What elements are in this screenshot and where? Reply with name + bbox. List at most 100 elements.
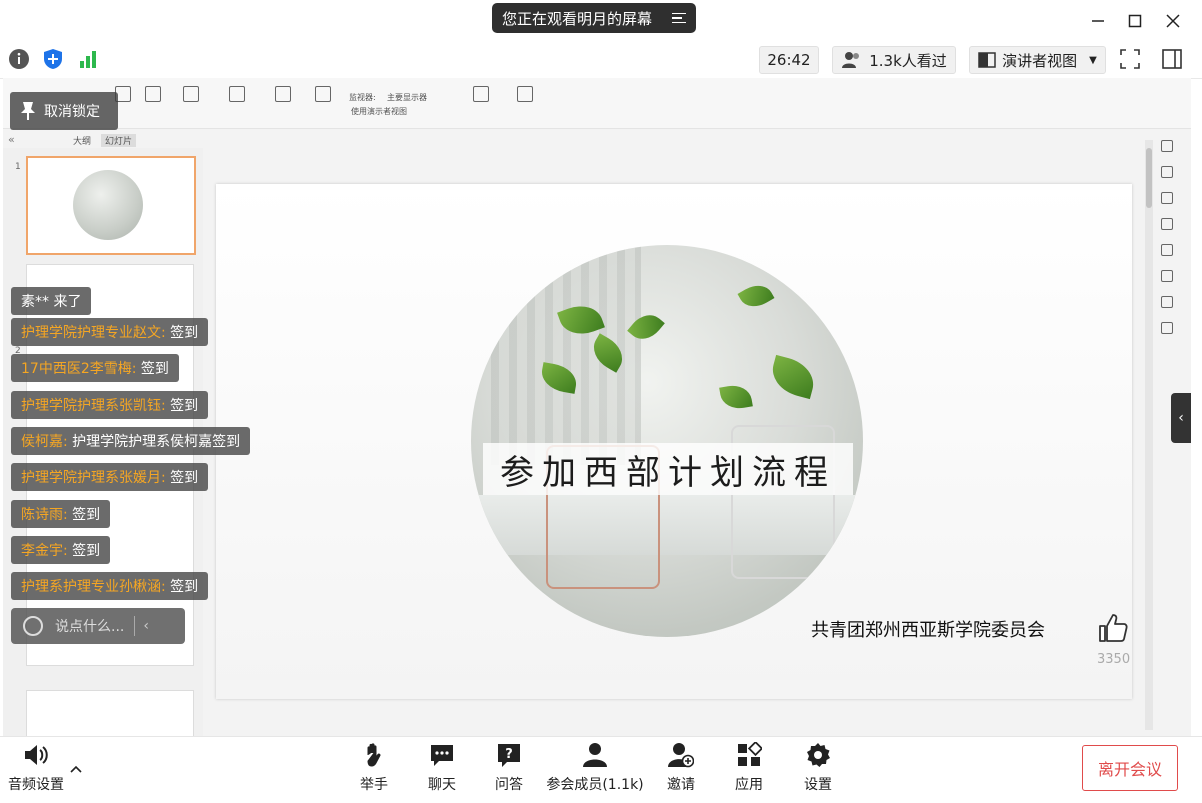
question-icon: ? — [498, 744, 520, 767]
chevron-down-icon: ▼ — [1089, 54, 1097, 66]
info-icon[interactable] — [8, 48, 30, 70]
ppt-scrollbar — [1145, 140, 1153, 730]
slide-thumbnail-6 — [26, 690, 194, 736]
chat-bubble-icon — [431, 745, 453, 766]
chat-message: 护理学院护理专业赵文: 签到 — [11, 318, 209, 346]
chat-message-name: 护理学院护理系张凯钰: — [21, 398, 166, 414]
minimize-button[interactable] — [1085, 8, 1111, 34]
qa-label: 问答 — [495, 777, 523, 793]
maximize-icon — [1128, 14, 1142, 28]
menu-icon[interactable] — [672, 12, 686, 24]
chevron-left-icon[interactable]: ‹ — [143, 618, 149, 634]
close-icon — [1166, 14, 1180, 28]
chat-input[interactable]: 说点什么... ‹ — [11, 608, 185, 644]
ribbon-item — [171, 86, 211, 106]
ppt-ribbon: 监视器: 主要显示器 使用演示者视图 — [3, 78, 1191, 129]
screen-share-banner[interactable]: 您正在观看明月的屏幕 — [492, 3, 696, 33]
participants-label: 参会成员(1.1k) — [546, 777, 644, 793]
people-icon — [842, 52, 860, 68]
settings-label: 设置 — [804, 777, 832, 793]
audio-settings-button[interactable]: 音频设置 — [8, 742, 64, 794]
security-shield-icon[interactable] — [42, 48, 64, 70]
participants-button[interactable]: 参会成员(1.1k) — [545, 742, 645, 794]
raise-hand-label: 举手 — [360, 777, 388, 793]
current-slide: 参加西部计划流程 共青团郑州西亚斯学院委员会 — [216, 184, 1132, 699]
chat-message-name: 护理学院护理系张媛月: — [21, 470, 166, 486]
thumb-number: 1 — [15, 162, 21, 172]
ribbon-item — [133, 86, 173, 106]
chat-message-name: 侯柯嘉: — [21, 434, 68, 450]
slide-organization: 共青团郑州西亚斯学院委员会 — [811, 620, 1045, 641]
maximize-button[interactable] — [1122, 8, 1148, 34]
view-mode-text: 演讲者视图 — [1002, 51, 1078, 70]
apps-grid-icon — [738, 742, 762, 766]
hand-icon — [367, 743, 381, 767]
unlock-text: 取消锁定 — [44, 104, 100, 120]
ribbon-item — [217, 86, 257, 106]
like-icon[interactable] — [1097, 612, 1129, 644]
chat-input-placeholder: 说点什么... — [55, 619, 125, 635]
tab-slides: 幻灯片 — [101, 134, 137, 147]
ribbon-item — [505, 86, 545, 106]
chat-message-name: 素** 来了 — [21, 294, 82, 310]
thumb-circle-image — [73, 170, 143, 240]
person-icon — [583, 743, 607, 767]
chat-message: 素** 来了 — [11, 287, 92, 315]
chat-message: 护理系护理专业孙楸涵: 签到 — [11, 572, 209, 600]
qa-button[interactable]: ? 问答 — [459, 742, 559, 794]
chat-message: 护理学院护理系张凯钰: 签到 — [11, 391, 209, 419]
apps-label: 应用 — [735, 777, 763, 793]
ribbon-presenter-view: 使用演示者视图 — [351, 107, 407, 116]
ribbon-monitor-label: 监视器: — [349, 93, 376, 102]
leave-meeting-button[interactable]: 离开会议 — [1082, 745, 1178, 791]
chat-message-content: 签到 — [67, 543, 101, 559]
slide-title: 参加西部计划流程 — [483, 443, 853, 495]
chat-message-name: 陈诗雨: — [21, 507, 68, 523]
viewers-count[interactable]: 1.3k人看过 — [832, 46, 956, 74]
view-mode-dropdown[interactable]: 演讲者视图 ▼ — [969, 46, 1106, 74]
svg-text:?: ? — [505, 747, 513, 762]
chat-message-content: 护理学院护理系侯柯嘉签到 — [67, 434, 241, 450]
chat-message-content: 签到 — [165, 579, 199, 595]
ribbon-item — [303, 86, 343, 106]
add-person-icon — [668, 743, 694, 768]
viewers-text: 1.3k人看过 — [869, 51, 947, 70]
pin-icon — [21, 102, 35, 120]
slide-thumbnail-1 — [26, 156, 196, 255]
slide-photo-circle — [471, 245, 863, 637]
chat-message: 护理学院护理系张媛月: 签到 — [11, 463, 209, 491]
audio-settings-label: 音频设置 — [8, 777, 64, 793]
emoji-icon[interactable] — [23, 616, 43, 636]
sidebar-toggle-icon[interactable] — [1161, 48, 1183, 70]
share-banner-text: 您正在观看明月的屏幕 — [502, 9, 653, 28]
collapse-arrows: « — [8, 133, 15, 146]
minimize-icon — [1092, 20, 1104, 22]
unlock-button[interactable]: 取消锁定 — [10, 92, 118, 130]
chat-message-name: 17中西医2李雪梅: — [21, 361, 137, 377]
meeting-timer: 26:42 — [759, 46, 819, 74]
chat-message: 侯柯嘉: 护理学院护理系侯柯嘉签到 — [11, 427, 251, 455]
gear-icon — [807, 743, 830, 767]
chevron-up-icon[interactable] — [70, 758, 82, 777]
like-count: 3350 — [1097, 652, 1131, 667]
chat-label: 聊天 — [428, 777, 456, 793]
ribbon-item — [461, 86, 501, 106]
chat-message-content: 签到 — [165, 398, 199, 414]
ppt-right-toolbar — [1161, 140, 1179, 348]
speaker-icon — [25, 745, 48, 765]
chat-message-name: 李金宇: — [21, 543, 68, 559]
chat-message-content: 签到 — [136, 361, 169, 377]
ribbon-monitor-value: 主要显示器 — [387, 93, 427, 102]
fullscreen-icon[interactable] — [1119, 48, 1141, 70]
tab-outline: 大纲 — [73, 137, 92, 147]
chat-message-name: 护理系护理专业孙楸涵: — [21, 579, 166, 595]
chat-message-content: 签到 — [165, 470, 199, 486]
collapse-handle[interactable]: ‹ — [1171, 393, 1191, 443]
chat-message-name: 护理学院护理专业赵文: — [21, 325, 166, 341]
signal-strength-icon[interactable] — [77, 48, 99, 70]
close-button[interactable] — [1160, 8, 1186, 34]
ribbon-item — [263, 86, 303, 106]
chat-message: 17中西医2李雪梅: 签到 — [11, 354, 179, 382]
chat-message-content: 签到 — [67, 507, 101, 523]
settings-button[interactable]: 设置 — [768, 742, 868, 794]
